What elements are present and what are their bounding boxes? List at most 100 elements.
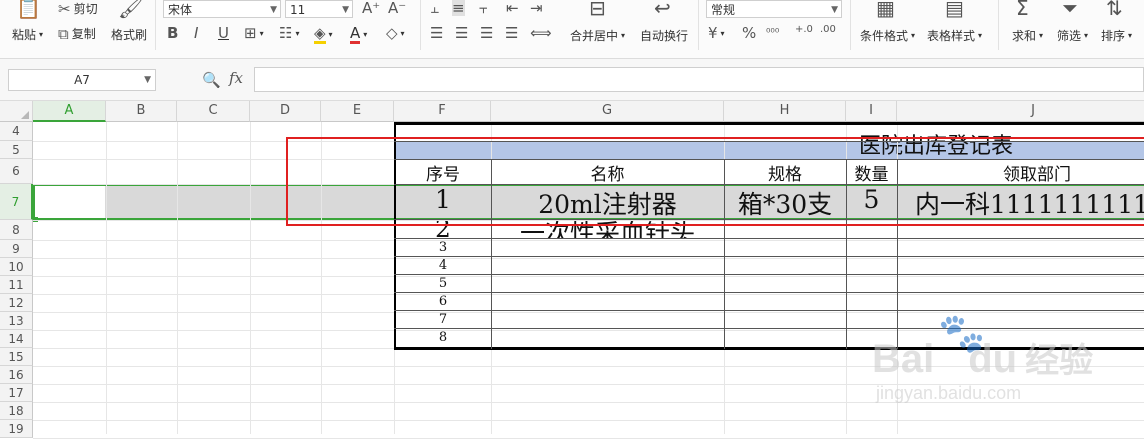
chevron-down-icon: ▼ [270,5,277,15]
merge-center-button[interactable]: 合并居中 ▾ [570,27,625,44]
underline-button[interactable]: U [218,25,229,41]
row-header-18[interactable]: 18 [0,402,33,420]
chevron-down-icon: ▼ [831,5,838,15]
align-right-button[interactable]: ☰ [480,25,493,41]
merge-center-icon[interactable]: ⊟ [589,0,606,20]
italic-icon: I [194,24,199,42]
row-header-14[interactable]: 14 [0,330,33,348]
row-header-6[interactable]: 6 [0,159,33,184]
function-icon[interactable]: fx [229,69,243,87]
cell-style-button[interactable]: ☷ ▾ [279,25,299,41]
row-header-9[interactable]: 9 [0,240,33,258]
seq-cell: 8 [438,330,448,345]
wrap-text-button[interactable]: 自动换行 [640,27,688,44]
name-box[interactable]: A7 ▼ [8,69,156,91]
indent-decrease-button[interactable]: ⇤ [506,0,519,16]
fill-color-button[interactable]: ◈ ▾ [314,25,333,44]
format-painter-button[interactable]: 格式刷 [111,26,147,43]
divider [698,0,699,50]
paste-button[interactable]: 粘贴 ▾ [12,26,43,43]
row-header-19[interactable]: 19 [0,420,33,438]
row-header-5[interactable]: 5 [0,141,33,159]
conditional-format-icon[interactable]: ▦ [876,0,895,20]
cut-button[interactable]: ✂ 剪切 [58,0,98,17]
formula-input[interactable] [254,67,1144,92]
column-header-j[interactable]: J [897,101,1144,122]
column-header-f[interactable]: F [394,101,491,122]
percent-icon: % [742,24,757,42]
border-button[interactable]: ⊞ ▾ [244,25,264,41]
fill-bucket-icon: ◈ [314,24,326,44]
font-name-select[interactable]: 宋体 ▼ [163,0,281,18]
column-header-h[interactable]: H [724,101,846,122]
font-color-button[interactable]: A ▾ [350,25,367,44]
row-header-12[interactable]: 12 [0,294,33,312]
align-top-icon: ⫠ [430,0,440,17]
row-header-11[interactable]: 11 [0,276,33,294]
italic-button[interactable]: I [194,25,198,41]
row-header-17[interactable]: 17 [0,384,33,402]
table-style-icon[interactable]: ▤ [945,0,964,20]
row-header-16[interactable]: 16 [0,366,33,384]
sum-button[interactable]: 求和 ▾ [1012,27,1043,44]
increase-decimal-button[interactable]: +.0 [795,22,813,38]
column-header-b[interactable]: B [106,101,177,122]
indent-increase-button[interactable]: ⇥ [530,0,543,16]
align-center-button[interactable]: ☰ [455,25,468,41]
column-header-g[interactable]: G [491,101,724,122]
grid-hline [33,294,1144,295]
row-header-13[interactable]: 13 [0,312,33,330]
conditional-format-button[interactable]: 条件格式 ▾ [860,27,915,44]
row-header-7[interactable]: 7 [0,184,33,220]
currency-icon: ¥ [708,24,718,42]
grid-hline [33,384,1144,385]
column-header-a[interactable]: A [33,101,106,122]
row-header-10[interactable]: 10 [0,258,33,276]
currency-button[interactable]: ¥ ▾ [708,25,725,41]
align-bottom-button[interactable]: ⫟ [479,0,488,16]
row-header-4[interactable]: 4 [0,122,33,141]
zoom-icon[interactable]: 🔍 [202,71,221,89]
bold-button[interactable]: B [167,25,178,41]
thousands-button[interactable]: ⁰⁰⁰ [766,25,779,41]
filter-icon[interactable]: ⏷ [1062,0,1078,20]
column-header-d[interactable]: D [250,101,321,122]
paste-icon[interactable]: 📋 [16,0,41,20]
worksheet-grid[interactable]: 医院出库登记表 序号 名称 规格 数量 领取部门 1 20ml注射器 箱*30支… [33,122,1144,439]
filter-button[interactable]: 筛选 ▾ [1057,27,1088,44]
align-top-button[interactable]: ⫠ [430,0,439,16]
font-size-select[interactable]: 11 ▼ [285,0,353,18]
copy-button[interactable]: ⧉ 复制 [58,25,96,42]
seq-cell: 4 [438,258,448,273]
increase-font-button[interactable]: A⁺ [362,0,380,16]
sum-icon[interactable]: Σ [1016,0,1029,20]
justify-button[interactable]: ☰ [505,25,518,41]
table-row-line [394,274,1144,275]
grid-hline [33,276,1144,277]
format-painter-icon[interactable]: 🖌 [118,0,143,20]
distribute-button[interactable]: ⟺ [530,25,552,41]
table-style-button[interactable]: 表格样式 ▾ [927,27,982,44]
divider [155,0,156,50]
number-format-select[interactable]: 常规 ▼ [706,0,842,18]
justify-icon: ☰ [505,24,519,42]
font-increase-icon: A⁺ [362,0,381,17]
column-header-e[interactable]: E [321,101,394,122]
decrease-font-button[interactable]: A⁻ [388,0,406,16]
font-color-icon: A [350,24,361,44]
column-header-c[interactable]: C [177,101,250,122]
row-header-8[interactable]: 8 [0,220,33,240]
row-header-15[interactable]: 15 [0,348,33,366]
clear-button[interactable]: ◇ ▾ [386,25,405,41]
wrap-text-icon[interactable]: ↩ [654,0,671,20]
align-middle-button[interactable]: ≡ [452,0,465,16]
sort-button[interactable]: 排序 ▾ [1101,27,1132,44]
sort-icon[interactable]: ⇅ [1106,0,1123,20]
font-decrease-icon: A⁻ [388,0,407,17]
column-header-i[interactable]: I [846,101,897,122]
align-left-button[interactable]: ☰ [430,25,443,41]
decrease-decimal-button[interactable]: .00 [820,22,836,38]
percent-button[interactable]: % [742,25,756,41]
copy-icon: ⧉ [58,24,69,43]
select-all-corner[interactable] [0,101,33,122]
